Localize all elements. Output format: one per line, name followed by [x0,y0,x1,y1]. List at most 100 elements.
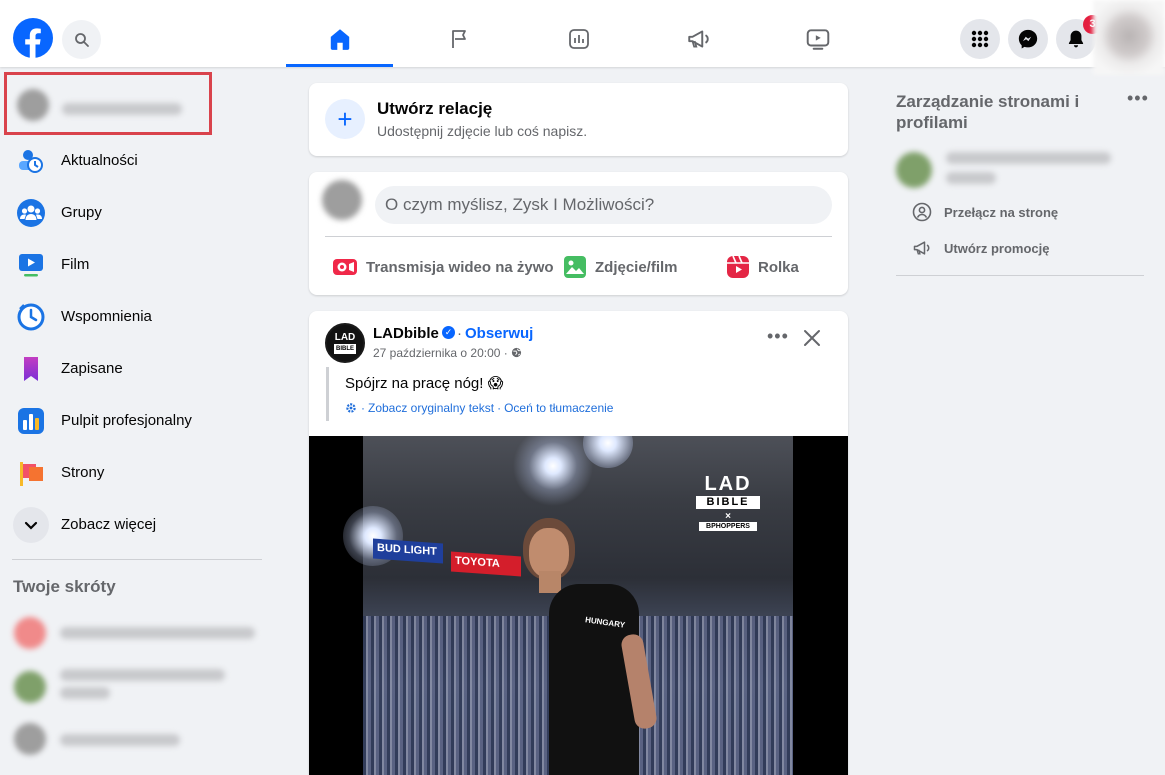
plus-icon: + [325,99,365,139]
tab-home[interactable] [286,11,393,67]
grid-menu-icon [971,30,989,48]
clock-icon [15,301,47,333]
blurred-shortcut-name [60,687,110,699]
sidebar-item-see-more[interactable]: Zobacz więcej [0,499,270,551]
tab-dashboard[interactable] [525,11,632,67]
switch-profile-icon [912,202,932,222]
photo-video-label: Zdjęcie/film [595,258,678,276]
create-promotion-button[interactable]: Utwórz promocję [912,238,1049,258]
feed-post: LAD BIBLE LADbible ✓ · Obserwuj 27 paździ… [309,311,848,775]
profile-avatar[interactable] [1093,0,1165,75]
reel-label: Rolka [758,258,799,276]
photo-video-button[interactable]: Zdjęcie/film [563,252,678,282]
switch-to-page-button[interactable]: Przełącz na stronę [912,202,1058,222]
sidebar-item-saved[interactable]: Zapisane [0,343,270,395]
search-icon [74,32,89,47]
see-original-link[interactable]: Zobacz oryginalny tekst [368,401,494,415]
sponsor-banner: TOYOTA [451,551,521,577]
athlete-body [549,584,639,775]
composer-input[interactable]: O czym myślisz, Zysk I Możliwości? [375,186,832,224]
globe-icon [512,347,522,358]
page-logo[interactable]: LAD BIBLE [325,323,365,363]
ladbible-watermark: LAD BIBLE × BPHOPPERS [693,474,763,531]
follow-button[interactable]: · Obserwuj [457,325,533,342]
watermark-text: × [725,511,731,522]
verified-badge-icon: ✓ [442,326,455,339]
blurred-shortcut-name [60,669,225,681]
sidebar-divider [12,559,262,560]
notifications-button[interactable]: 3 [1056,15,1102,59]
megaphone-icon [913,241,930,255]
tab-watch[interactable] [764,11,871,67]
create-story-card[interactable]: + Utwórz relację Udostępnij zdjęcie lub … [309,83,848,156]
watermark-text: BIBLE [696,496,760,509]
reel-button[interactable]: Rolka [726,252,799,282]
create-promotion-label: Utwórz promocję [944,240,1050,256]
tab-ads[interactable] [645,11,752,67]
post-composer: O czym myślisz, Zysk I Możliwości? Trans… [309,172,848,295]
manage-pages-heading: Zarządzanie stronami i profilami [896,92,1080,132]
sidebar-item-pages[interactable]: Strony [0,447,270,499]
news-feed-icon [15,145,47,177]
rate-translation-link[interactable]: Oceń to tłumaczenie [504,401,613,415]
blurred-profile-name [62,103,182,115]
sidebar-item-label: Grupy [61,204,102,221]
messenger-button[interactable] [1008,19,1048,59]
facebook-logo[interactable] [13,18,53,58]
photo-icon [564,256,586,278]
logo-text: LAD [334,331,356,343]
sidebar-item-professional-dashboard[interactable]: Pulpit profesjonalny [0,395,270,447]
avatar [896,152,932,188]
blurred-page-name [946,172,996,184]
blurred-shortcut-name [60,627,255,639]
athlete-neck [539,571,561,593]
avatar [14,617,46,649]
sidebar-item-label: Pulpit profesjonalny [61,412,192,429]
shortcuts-heading: Twoje skróty [13,577,116,596]
home-icon [330,29,349,50]
avatar [14,723,46,755]
video-icon [806,29,829,50]
avatar [322,180,362,220]
watermark-text: BPHOPPERS [699,522,757,531]
bell-icon [1068,30,1084,48]
post-video[interactable]: BUD LIGHT TOYOTA HUNGARY LAD BIBLE × BPH… [309,436,848,775]
post-author[interactable]: LADbible [373,325,439,342]
sidebar-item-video[interactable]: Film [0,239,270,291]
sidebar-item-groups[interactable]: Grupy [0,187,270,239]
translation-links: · Zobacz oryginalny tekst · Oceń to tłum… [345,401,613,415]
more-options-button[interactable]: ••• [767,327,789,345]
create-story-subtitle: Udostępnij zdjęcie lub coś napisz. [377,123,588,139]
messenger-icon [1018,29,1038,49]
tab-pages[interactable] [406,11,513,67]
avatar [17,89,49,121]
sidebar-item-memories[interactable]: Wspomnienia [0,291,270,343]
translation-quote-bar [326,367,329,421]
follow-label: Obserwuj [465,325,534,342]
video-icon [15,249,47,281]
sidebar-item-label: Aktualności [61,152,138,169]
sidebar-item-label: Wspomnienia [61,308,152,325]
insights-icon [568,29,589,49]
close-post-button[interactable] [803,328,821,352]
composer-divider [325,236,832,237]
profile-link-highlight[interactable] [4,72,212,135]
live-video-button[interactable]: Transmisja wideo na żywo [332,252,554,282]
sidebar-item-label: Zobacz więcej [61,516,157,533]
post-timestamp[interactable]: 27 października o 20:00 · [373,346,522,360]
bookmark-icon [15,353,47,385]
megaphone-icon [687,30,709,48]
blurred-page-name [946,152,1111,164]
blurred-shortcut-name [60,734,180,746]
video-frame: BUD LIGHT TOYOTA HUNGARY LAD BIBLE × BPH… [343,436,793,775]
live-video-label: Transmisja wideo na żywo [366,258,554,276]
menu-button[interactable] [960,19,1000,59]
right-more-options-button[interactable]: ••• [1127,88,1149,109]
search-button[interactable] [62,20,101,59]
sidebar-item-label: Zapisane [61,360,123,377]
sidebar-item-label: Strony [61,464,105,481]
sidebar-item-news-feed[interactable]: Aktualności [0,135,270,187]
arena-light [513,436,593,506]
post-date: 27 października o 20:00 · [373,346,508,360]
facebook-f-icon [25,28,41,58]
